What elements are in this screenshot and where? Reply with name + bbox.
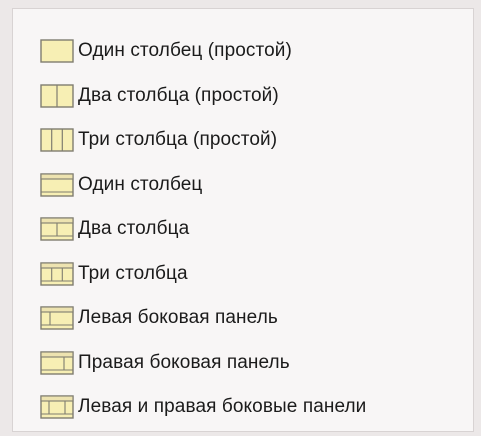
layout-left-sidebar-icon <box>40 306 74 330</box>
layout-option-label: Два столбца <box>78 218 190 240</box>
layout-option-label: Один столбец (простой) <box>78 40 292 62</box>
layout-option-three-columns-simple[interactable]: Три столбца (простой) <box>39 118 473 163</box>
layout-option-one-column[interactable]: Один столбец <box>39 163 473 208</box>
layout-one-column-simple-icon <box>40 39 74 63</box>
layout-option-label: Три столбца (простой) <box>78 129 278 151</box>
layout-option-one-column-simple[interactable]: Один столбец (простой) <box>39 29 473 74</box>
layout-two-columns-simple-icon <box>40 84 74 108</box>
layout-option-label: Левая и правая боковые панели <box>78 396 367 418</box>
layout-option-left-sidebar[interactable]: Левая боковая панель <box>39 296 473 341</box>
layout-one-column-icon <box>40 173 74 197</box>
layout-option-label: Один столбец <box>78 173 203 195</box>
layout-three-columns-icon <box>40 262 74 286</box>
layout-option-label: Два столбца (простой) <box>78 84 279 106</box>
layout-option-right-sidebar[interactable]: Правая боковая панель <box>39 341 473 386</box>
layout-three-columns-simple-icon <box>40 128 74 152</box>
layout-options-list: Один столбец (простой) Два столбца (прос… <box>39 29 473 430</box>
layout-option-label: Три столбца <box>78 262 188 284</box>
layout-option-two-columns[interactable]: Два столбца <box>39 207 473 252</box>
layout-option-label: Правая боковая панель <box>78 351 290 373</box>
layout-left-right-sidebars-icon <box>40 395 74 419</box>
layout-option-label: Левая боковая панель <box>78 307 278 329</box>
layout-option-three-columns[interactable]: Три столбца <box>39 252 473 297</box>
layout-right-sidebar-icon <box>40 351 74 375</box>
layout-option-left-right-sidebars[interactable]: Левая и правая боковые панели <box>39 385 473 430</box>
layout-options-panel: Один столбец (простой) Два столбца (прос… <box>12 8 474 432</box>
layout-option-two-columns-simple[interactable]: Два столбца (простой) <box>39 74 473 119</box>
layout-two-columns-icon <box>40 217 74 241</box>
